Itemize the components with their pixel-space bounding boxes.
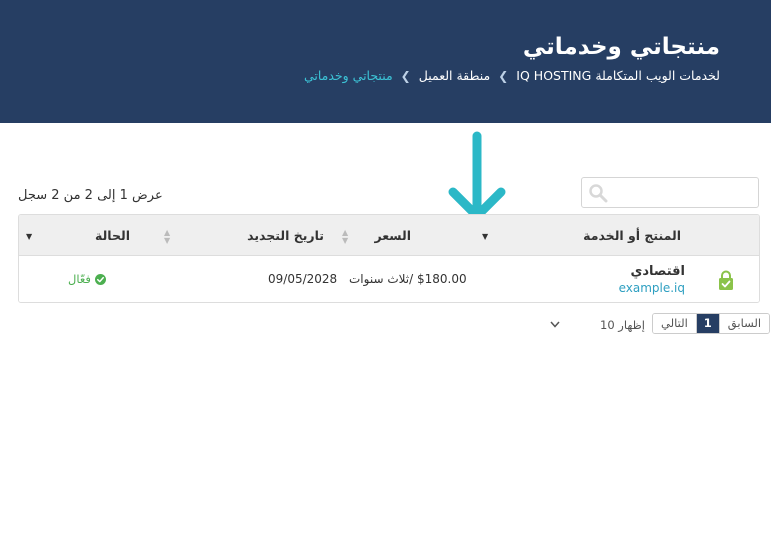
next-page-button[interactable]: التالي [653,314,697,333]
breadcrumb-current: منتجاتي وخدماتي [303,68,393,83]
search-input[interactable] [581,177,759,208]
breadcrumb: IQ HOSTING لخدمات الويب المتكاملة ❮ منطق… [304,68,720,83]
search-icon [589,184,608,203]
chevron-left-icon: ❮ [400,68,411,83]
chevron-left-icon: ❮ [498,68,509,83]
table-summary: عرض 1 إلى 2 من 2 سجل [18,188,163,203]
status-badge: فعّال [68,272,106,286]
lock-icon [719,270,733,290]
breadcrumb-home[interactable]: IQ HOSTING لخدمات الويب المتكاملة [516,68,720,83]
breadcrumb-client-area[interactable]: منطقة العميل [419,68,491,83]
renewal-date: 09/05/2028 [268,272,338,286]
column-header-price[interactable]: السعر [374,228,411,243]
prev-page-button[interactable]: السابق [718,314,770,333]
column-header-renewal[interactable]: تاريخ التجديد [247,228,324,243]
services-table: المنتج أو الخدمة ▼ السعر ▲ ▼ تاريخ التجدي… [18,214,760,303]
status-label: فعّال [68,272,91,286]
price-value: $180.00 /ثلاث سنوات [349,272,467,286]
product-name: اقتصادي [630,264,685,279]
page-header: منتجاتي وخدماتي IQ HOSTING لخدمات الويب … [0,0,771,123]
table-header: المنتج أو الخدمة ▼ السعر ▲ ▼ تاريخ التجدي… [19,215,759,256]
page-title: منتجاتي وخدماتي [522,34,720,60]
product-domain[interactable]: example.iq [619,281,685,295]
arrow-down-icon [448,131,506,221]
table-row[interactable]: اقتصادي example.iq $180.00 /ثلاث سنوات 0… [19,256,759,302]
column-header-product[interactable]: المنتج أو الخدمة [583,228,681,243]
page-1-button[interactable]: 1 [696,314,719,333]
sort-desc-icon[interactable]: ▼ [26,233,32,241]
chevron-down-icon[interactable] [550,321,560,328]
check-circle-icon [94,273,106,285]
page-length-label: إظهار 10 [600,318,646,332]
sort-desc-icon[interactable]: ▼ [482,233,488,241]
pagination: التالي 1 السابق [652,313,771,334]
sort-icon[interactable]: ▲ ▼ [164,229,170,245]
column-header-status[interactable]: الحالة [95,228,130,243]
sort-icon[interactable]: ▲ ▼ [342,229,348,245]
